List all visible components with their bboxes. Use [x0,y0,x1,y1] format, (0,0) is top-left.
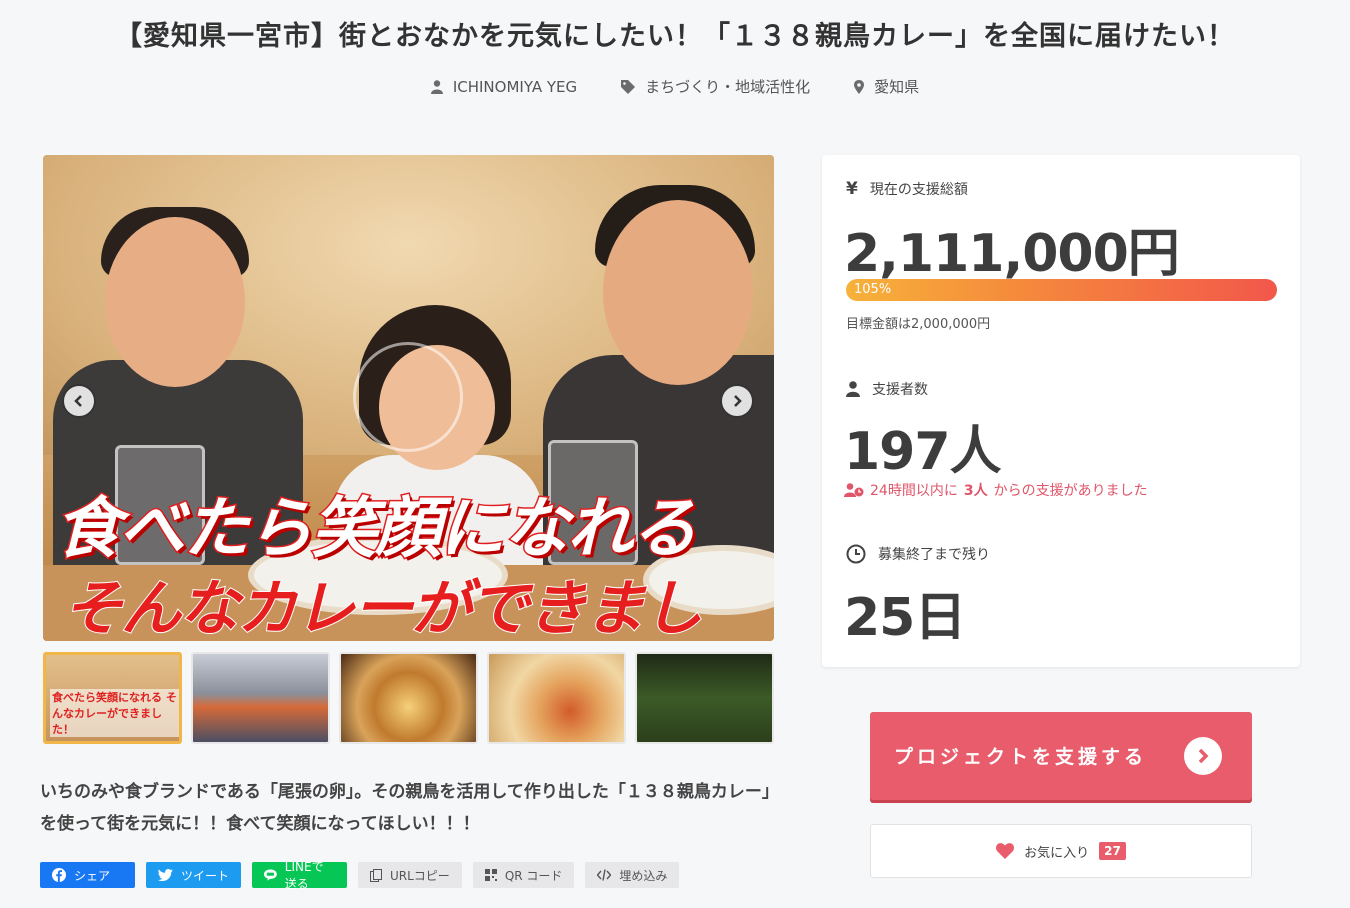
thumbnail-strip: 食べたら笑顔になれる そんなカレーができました！ [43,652,774,744]
thumbnail-3[interactable] [339,652,478,744]
progress-percent: 105% [854,282,892,297]
thumbnail-caption: 食べたら笑顔になれる そんなカレーができました！ [50,689,179,737]
users-clock-icon [844,483,864,497]
twitter-share-button[interactable]: ツイート [146,862,241,888]
facebook-icon [52,868,66,882]
category-name: まちづくり・地域活性化 [645,78,811,96]
embed-button[interactable]: 埋め込み [585,862,680,888]
remaining-label-row: 募集終了まで残り [846,544,990,564]
support-project-button[interactable]: プロジェクトを支援する [870,712,1252,800]
page-title: 【愛知県一宮市】街とおなかを元気にしたい！「１３８親鳥カレー」を全国に届けたい！ [115,21,1235,52]
support-button-label: プロジェクトを支援する [894,746,1148,768]
qr-code-button[interactable]: QR コード [472,862,575,888]
progress-bar: 105% [846,279,1277,301]
hero-caption-line1: 食べたら笑顔になれる [54,489,699,569]
thumbnail-4[interactable] [487,652,626,744]
main-image-carousel[interactable]: 食べたら笑顔になれる そんなカレーができました！ [43,155,774,641]
user-icon [846,381,860,397]
line-share-button[interactable]: LINEで送る [252,860,347,891]
thumbnail-1[interactable]: 食べたら笑顔になれる そんなカレーができました！ [43,652,182,744]
hero-caption-line2: そんなカレーができました！ [62,573,704,641]
yen-icon: ¥ [846,179,858,199]
user-icon [430,79,443,94]
category-link[interactable]: まちづくり・地域活性化 [621,76,810,97]
carousel-prev-button[interactable] [62,384,96,418]
arrow-right-circle-icon [1184,737,1222,775]
share-bar: シェア ツイート LINEで送る URLコピー QR コード 埋め込み [40,860,680,891]
thumbnail-5[interactable] [635,652,774,744]
owner-name: ICHINOMIYA YEG [452,77,578,96]
tag-icon [621,79,636,94]
map-pin-icon [854,79,865,94]
favorite-label: お気に入り [1024,845,1090,861]
qr-code-icon [484,869,497,881]
chevron-right-icon [734,395,742,407]
chevron-left-icon [74,395,82,407]
funding-stats-card: ¥ 現在の支援総額 2,111,000円 105% 目標金額は2,000,000… [822,155,1300,667]
supporters-value: 197人 [844,422,1002,482]
clock-icon [846,544,866,564]
owner-link[interactable]: ICHINOMIYA YEG [430,76,578,97]
project-description: いちのみや食ブランドである「尾張の卵」。その親鳥を活用して作り出した「１３８親鳥… [40,782,779,834]
line-icon [264,869,277,881]
carousel-next-button[interactable] [720,384,754,418]
thumbnail-2[interactable] [191,652,330,744]
favorite-button[interactable]: お気に入り 27 [870,824,1252,878]
location-link[interactable]: 愛知県 [854,76,919,97]
video-play-ring[interactable] [353,342,463,452]
remaining-value: 25日 [844,588,966,648]
location-name: 愛知県 [874,78,920,96]
goal-amount: 目標金額は2,000,000円 [846,317,991,332]
favorite-count-badge: 27 [1099,842,1126,860]
amount-label-row: ¥ 現在の支援総額 [846,179,968,199]
facebook-share-button[interactable]: シェア [40,862,135,888]
supporters-label-row: 支援者数 [846,379,928,399]
heart-icon [996,843,1015,859]
code-icon [597,869,612,881]
recent-support-notice: 24時間以内に 3人 からの支援がありました [844,480,1148,500]
amount-value: 2,111,000円 [844,224,1180,284]
url-copy-button[interactable]: URLコピー [358,862,462,888]
twitter-bird-icon [158,869,173,881]
copy-icon [370,868,382,882]
project-meta: ICHINOMIYA YEG まちづくり・地域活性化 愛知県 [0,76,1350,97]
